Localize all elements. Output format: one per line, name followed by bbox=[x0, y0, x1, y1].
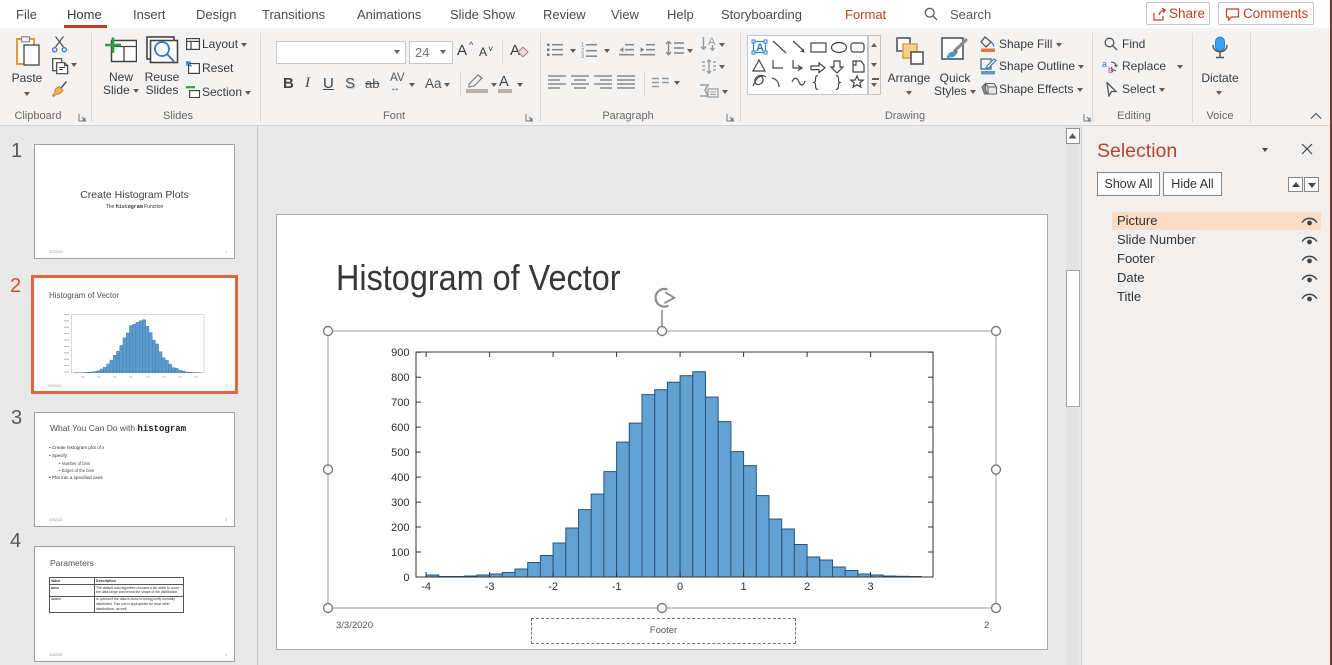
svg-text:a: a bbox=[1102, 59, 1107, 69]
svg-text:200: 200 bbox=[391, 522, 409, 534]
svg-text:400: 400 bbox=[391, 472, 409, 484]
svg-text:1: 1 bbox=[741, 581, 747, 593]
svg-text:2: 2 bbox=[804, 581, 810, 593]
svg-text:600: 600 bbox=[391, 422, 409, 434]
svg-text:300: 300 bbox=[391, 497, 409, 509]
svg-text:-2: -2 bbox=[548, 581, 558, 593]
svg-text:-1: -1 bbox=[612, 581, 622, 593]
svg-text:500: 500 bbox=[391, 447, 409, 459]
svg-text:-3: -3 bbox=[485, 581, 495, 593]
svg-text:3: 3 bbox=[868, 581, 874, 593]
svg-text:100: 100 bbox=[391, 547, 409, 559]
svg-text:A: A bbox=[756, 42, 764, 54]
svg-text:900: 900 bbox=[391, 347, 409, 359]
svg-text:-4: -4 bbox=[421, 581, 431, 593]
svg-text:800: 800 bbox=[391, 372, 409, 384]
svg-text:0: 0 bbox=[677, 581, 683, 593]
svg-text:0: 0 bbox=[403, 572, 409, 584]
svg-text:3: 3 bbox=[581, 54, 585, 58]
svg-text:700: 700 bbox=[391, 397, 409, 409]
